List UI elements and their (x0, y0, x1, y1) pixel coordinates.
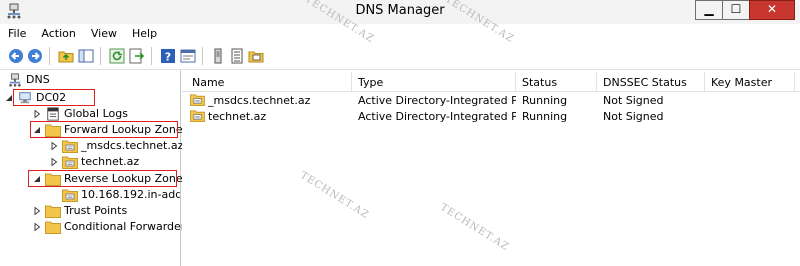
server-icon[interactable] (210, 48, 226, 64)
tree-label-reverse-zone: 10.168.192.in-addr.arpa (81, 188, 180, 201)
menu-help[interactable]: Help (132, 27, 157, 40)
close-icon: ✕ (766, 2, 778, 16)
tree-item-global-logs[interactable]: Global Logs (0, 106, 180, 122)
tree-item-dns[interactable]: DNS (0, 72, 180, 88)
show-hide-console-tree-icon[interactable] (78, 48, 94, 64)
menu-action[interactable]: Action (41, 27, 75, 40)
forward-icon[interactable] (27, 48, 43, 64)
up-folder-icon[interactable] (58, 48, 74, 64)
menu-view[interactable]: View (91, 27, 117, 40)
back-icon[interactable] (8, 48, 24, 64)
window-controls: ▁ ☐ ✕ (695, 0, 795, 22)
menu-bar: File Action View Help (0, 24, 800, 43)
table-row[interactable]: _msdcs.technet.az Active Directory-Integ… (182, 92, 792, 108)
dns-root-icon (9, 73, 21, 87)
tree-label-dns: DNS (26, 73, 50, 86)
tree-label-technet-az: technet.az (81, 155, 140, 168)
expand-arrow-icon[interactable] (33, 207, 41, 215)
collapse-arrow-icon[interactable] (5, 94, 13, 102)
tree-item-msdcs-technet-az[interactable]: _msdcs.technet.az (0, 138, 184, 154)
cell-status: Running (522, 110, 568, 123)
maximize-button[interactable]: ☐ (722, 0, 750, 20)
toolbar-separator (202, 47, 203, 65)
cell-name: technet.az (208, 110, 267, 123)
tree-label-conditional-forwarders: Conditional Forwarders (64, 220, 192, 233)
expand-arrow-icon[interactable] (50, 158, 58, 166)
expand-arrow-icon[interactable] (33, 223, 41, 231)
expand-arrow-icon[interactable] (33, 110, 41, 118)
table-row[interactable]: technet.az Active Directory-Integrated P… (182, 108, 792, 124)
toolbar: ? (0, 43, 800, 70)
tree-label-global-logs: Global Logs (64, 107, 128, 120)
cell-dnssec-status: Not Signed (603, 110, 664, 123)
column-header-name[interactable]: Name (186, 72, 352, 92)
column-header-key-master[interactable]: Key Master (705, 72, 795, 92)
help-icon[interactable]: ? (160, 48, 176, 64)
highlight-box-forward-lookup-zones (30, 121, 178, 138)
cell-status: Running (522, 94, 568, 107)
cell-name: _msdcs.technet.az (208, 94, 311, 107)
tree-item-trust-points[interactable]: Trust Points (0, 203, 180, 219)
folder-icon (45, 205, 61, 218)
zone-icon (190, 110, 205, 122)
tree-item-reverse-zone[interactable]: 10.168.192.in-addr.arpa (0, 187, 180, 203)
toolbar-separator (49, 47, 50, 65)
zone-icon (62, 156, 78, 169)
toolbar-separator (151, 47, 152, 65)
column-header-type[interactable]: Type (352, 72, 516, 92)
menu-file[interactable]: File (8, 27, 26, 40)
tree-label-msdcs-technet-az: _msdcs.technet.az (81, 139, 184, 152)
minimize-icon: ▁ (704, 2, 714, 16)
minimize-button[interactable]: ▁ (695, 0, 723, 20)
event-log-icon (47, 107, 59, 121)
toolbar-separator (100, 47, 101, 65)
tree-label-trust-points: Trust Points (64, 204, 128, 217)
properties-icon[interactable] (180, 48, 196, 64)
title-bar: DNS Manager ▁ ☐ ✕ (0, 0, 800, 24)
highlight-box-dc02 (13, 89, 95, 106)
svg-text:?: ? (165, 51, 171, 64)
export-list-icon[interactable] (129, 48, 145, 64)
maximize-icon: ☐ (730, 2, 742, 16)
zone-icon (62, 140, 78, 153)
tree-item-conditional-forwarders[interactable]: Conditional Forwarders (0, 219, 191, 235)
cell-dnssec-status: Not Signed (603, 94, 664, 107)
window-title: DNS Manager (355, 3, 445, 18)
tree-item-technet-az[interactable]: technet.az (0, 154, 180, 170)
refresh-icon[interactable] (109, 48, 125, 64)
highlight-box-reverse-lookup-zones (28, 170, 177, 187)
new-zone-icon[interactable] (248, 48, 264, 64)
cell-type: Active Directory-Integrated Pr... (358, 110, 516, 123)
folder-icon (45, 221, 61, 234)
list-view-icon[interactable] (229, 48, 245, 64)
column-header-status[interactable]: Status (516, 72, 597, 92)
zone-icon (190, 94, 205, 106)
close-button[interactable]: ✕ (749, 0, 795, 20)
expand-arrow-icon[interactable] (50, 142, 58, 150)
cell-type: Active Directory-Integrated Pr... (358, 94, 516, 107)
column-header-dnssec-status[interactable]: DNSSEC Status (597, 72, 705, 92)
zone-icon (62, 189, 78, 202)
